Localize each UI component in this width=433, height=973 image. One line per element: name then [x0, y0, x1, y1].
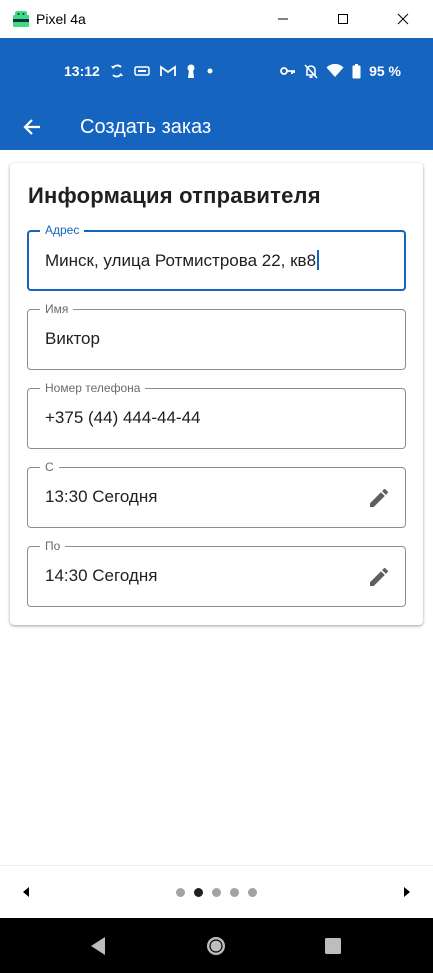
phone-input[interactable]: +375 (44) 444-44-44: [45, 408, 200, 428]
name-field[interactable]: Имя Виктор: [27, 301, 406, 370]
time-from-field[interactable]: С 13:30 Сегодня: [27, 459, 406, 528]
status-bar: 13:12 95 %: [0, 38, 433, 104]
arrow-back-icon: [23, 119, 40, 135]
edit-icon[interactable]: [367, 486, 391, 510]
window-title: Pixel 4a: [36, 11, 86, 27]
navigation-bar: [0, 918, 433, 973]
input-method-icon: [134, 66, 150, 76]
keyhole-icon: [187, 64, 195, 78]
section-heading: Информация отправителя: [28, 183, 321, 208]
android-studio-icon: [13, 11, 29, 27]
status-time: 13:12: [64, 63, 100, 79]
emulator-titlebar: Pixel 4a: [0, 0, 433, 38]
sync-icon: [110, 64, 123, 78]
page-dot[interactable]: [176, 888, 185, 897]
close-button[interactable]: [373, 0, 433, 38]
close-icon: [397, 13, 409, 25]
address-input[interactable]: Минск, улица Ротмистрова 22, кв8: [45, 250, 320, 271]
gmail-icon: [159, 65, 176, 76]
time-from-value: 13:30 Сегодня: [45, 487, 158, 506]
name-input[interactable]: Виктор: [45, 329, 100, 349]
nav-recents-icon[interactable]: [322, 935, 344, 957]
time-from-label: С: [40, 459, 59, 475]
page-title: Создать заказ: [80, 115, 212, 138]
time-to-field[interactable]: По 14:30 Сегодня: [27, 538, 406, 607]
time-to-label: По: [40, 538, 66, 554]
back-button[interactable]: [18, 113, 46, 141]
minimize-icon: [278, 18, 288, 20]
maximize-button[interactable]: [313, 0, 373, 38]
app-bar: Создать заказ: [0, 104, 433, 150]
battery-icon: [352, 63, 361, 78]
vpn-key-icon: [280, 67, 296, 75]
phone-label: Номер телефона: [40, 380, 146, 396]
nav-back-icon[interactable]: [87, 935, 109, 957]
battery-percentage: 95 %: [369, 63, 401, 79]
wifi-icon: [326, 64, 344, 77]
edit-icon[interactable]: [367, 565, 391, 589]
page-dot-current[interactable]: [194, 888, 203, 897]
notification-dot-icon: [207, 68, 213, 74]
name-label: Имя: [40, 301, 74, 317]
previous-page-button[interactable]: [18, 884, 34, 900]
maximize-icon: [338, 14, 348, 24]
phone-field[interactable]: Номер телефона +375 (44) 444-44-44: [27, 380, 406, 449]
nav-home-icon[interactable]: [205, 935, 227, 957]
page-dot[interactable]: [248, 888, 257, 897]
page-dot[interactable]: [212, 888, 221, 897]
address-value: Минск, улица Ротмистрова 22, кв8: [45, 251, 317, 270]
address-label: Адрес: [40, 222, 85, 238]
notifications-off-icon: [304, 64, 318, 79]
page-dots: [176, 888, 257, 897]
next-page-button[interactable]: [399, 884, 415, 900]
minimize-button[interactable]: [253, 0, 313, 38]
sender-info-card: Информация отправителя Адрес Минск, улиц…: [10, 163, 423, 625]
text-cursor: [317, 250, 320, 270]
time-to-value: 14:30 Сегодня: [45, 566, 158, 585]
page-dot[interactable]: [230, 888, 239, 897]
address-field[interactable]: Адрес Минск, улица Ротмистрова 22, кв8: [27, 222, 406, 291]
page-indicator: [0, 866, 433, 918]
